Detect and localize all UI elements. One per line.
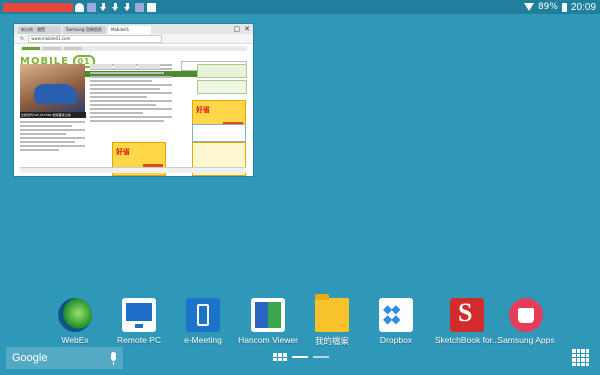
app-label: Samsung Apps (497, 335, 555, 345)
page-indicator[interactable] (273, 353, 329, 361)
sketchbook-icon (450, 298, 484, 332)
download-icon (111, 2, 120, 12)
article-lines (20, 121, 85, 153)
e-meeting-icon (186, 298, 220, 332)
camera-icon (147, 2, 156, 12)
system-status[interactable]: 89% 20:09 (523, 0, 596, 14)
apps-drawer-icon[interactable] (572, 349, 589, 366)
download-icon (123, 2, 132, 12)
app-label: WebEx (61, 335, 89, 345)
app-remote-pc[interactable]: Remote PC (104, 298, 174, 345)
page-dot-active[interactable] (292, 356, 308, 358)
browser-tab[interactable]: 新分頁 - 瀏覽 (18, 26, 61, 34)
app-samsung-apps[interactable]: Samsung Apps (491, 298, 561, 345)
download-icon (99, 2, 108, 12)
browser-thumbnail-widget[interactable]: 新分頁 - 瀏覽 Samsung 官網首頁 Mobile01 ▢ ✕ ↻ www… (14, 24, 253, 176)
url-field: www.mobile01.com (28, 34, 163, 43)
refresh-icon: ↻ (20, 35, 25, 42)
app-label: Dropbox (379, 335, 413, 345)
app-label: 我的檔案 (314, 336, 349, 346)
browser-tab-active[interactable]: Mobile01 (108, 26, 151, 34)
app-label: Hancom Viewer (238, 335, 298, 345)
app-hancom-viewer[interactable]: Hancom Viewer (233, 298, 303, 345)
restore-icon[interactable]: ▢ (234, 25, 241, 33)
news-list (90, 64, 172, 124)
app-label: e-Meeting (184, 335, 222, 345)
mic-icon[interactable] (111, 352, 116, 365)
page-dot[interactable] (313, 356, 329, 358)
app-label: Remote PC (117, 335, 161, 345)
browser-tab-bar: 新分頁 - 瀏覽 Samsung 官網首頁 Mobile01 ▢ ✕ (14, 24, 253, 34)
remote-pc-icon (122, 298, 156, 332)
dropbox-icon (379, 298, 413, 332)
photo-icon (135, 2, 144, 12)
site-top-nav (20, 46, 247, 51)
google-search-widget[interactable]: Google (6, 347, 123, 369)
close-icon[interactable]: ✕ (244, 25, 250, 33)
app-notification-icon (3, 2, 73, 12)
webex-icon (58, 298, 92, 332)
wifi-icon (523, 3, 534, 11)
hero-caption: 全新世代TGS STV380 地球首試公開 (20, 112, 86, 118)
browser-tab[interactable]: Samsung 官網首頁 (63, 26, 106, 34)
my-files-icon (315, 294, 349, 332)
notification-icons[interactable] (0, 2, 156, 12)
google-logo: Google (12, 352, 48, 364)
battery-icon (561, 2, 567, 12)
home-page-indicator-icon[interactable] (273, 353, 287, 361)
address-bar: ↻ www.mobile01.com (14, 34, 253, 44)
app-e-meeting[interactable]: e-Meeting (168, 298, 238, 345)
app-notification-icon (87, 2, 96, 12)
scooter-image (34, 84, 78, 104)
app-webex[interactable]: WebEx (40, 298, 110, 345)
status-bar[interactable]: 89% 20:09 (0, 0, 600, 14)
clock: 20:09 (570, 1, 596, 13)
site-footer (20, 167, 246, 173)
hancom-viewer-icon (251, 298, 285, 332)
app-dropbox[interactable]: Dropbox (361, 298, 431, 345)
battery-percent: 89% (537, 2, 558, 12)
cloud-icon (75, 2, 84, 12)
app-my-files[interactable]: 我的檔案 (297, 294, 367, 347)
right-column (197, 64, 247, 96)
promo-banner (192, 124, 246, 142)
hero-image (20, 64, 85, 112)
samsung-apps-icon (509, 298, 543, 332)
